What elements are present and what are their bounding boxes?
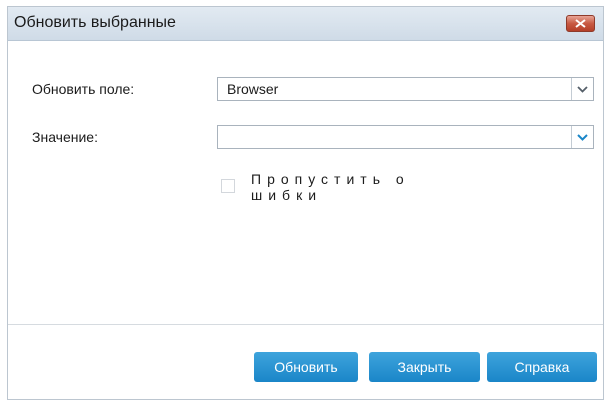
- close-button[interactable]: Закрыть: [369, 352, 480, 382]
- value-label: Значение:: [32, 129, 98, 145]
- update-field-select[interactable]: Browser: [217, 77, 594, 101]
- footer-separator: [8, 324, 603, 325]
- update-field-dropdown-button[interactable]: [571, 78, 593, 100]
- close-x-icon: [575, 19, 586, 28]
- close-dialog-button[interactable]: [566, 15, 595, 32]
- dialog-title: Обновить выбранные: [14, 14, 176, 31]
- dialog-titlebar: Обновить выбранные: [8, 7, 603, 41]
- update-button[interactable]: Обновить: [254, 352, 358, 382]
- help-button[interactable]: Справка: [487, 352, 597, 382]
- value-select[interactable]: [217, 125, 594, 149]
- chevron-down-icon: [577, 134, 588, 141]
- update-field-value: Browser: [227, 81, 279, 97]
- chevron-down-icon: [577, 86, 588, 93]
- skip-errors-checkbox[interactable]: [221, 179, 235, 193]
- update-field-label: Обновить поле:: [32, 81, 135, 97]
- skip-errors-label: Пропустить ошибки: [251, 171, 410, 203]
- update-selected-dialog: Обновить выбранные Обновить поле: Browse…: [7, 6, 604, 400]
- value-dropdown-button[interactable]: [571, 126, 593, 148]
